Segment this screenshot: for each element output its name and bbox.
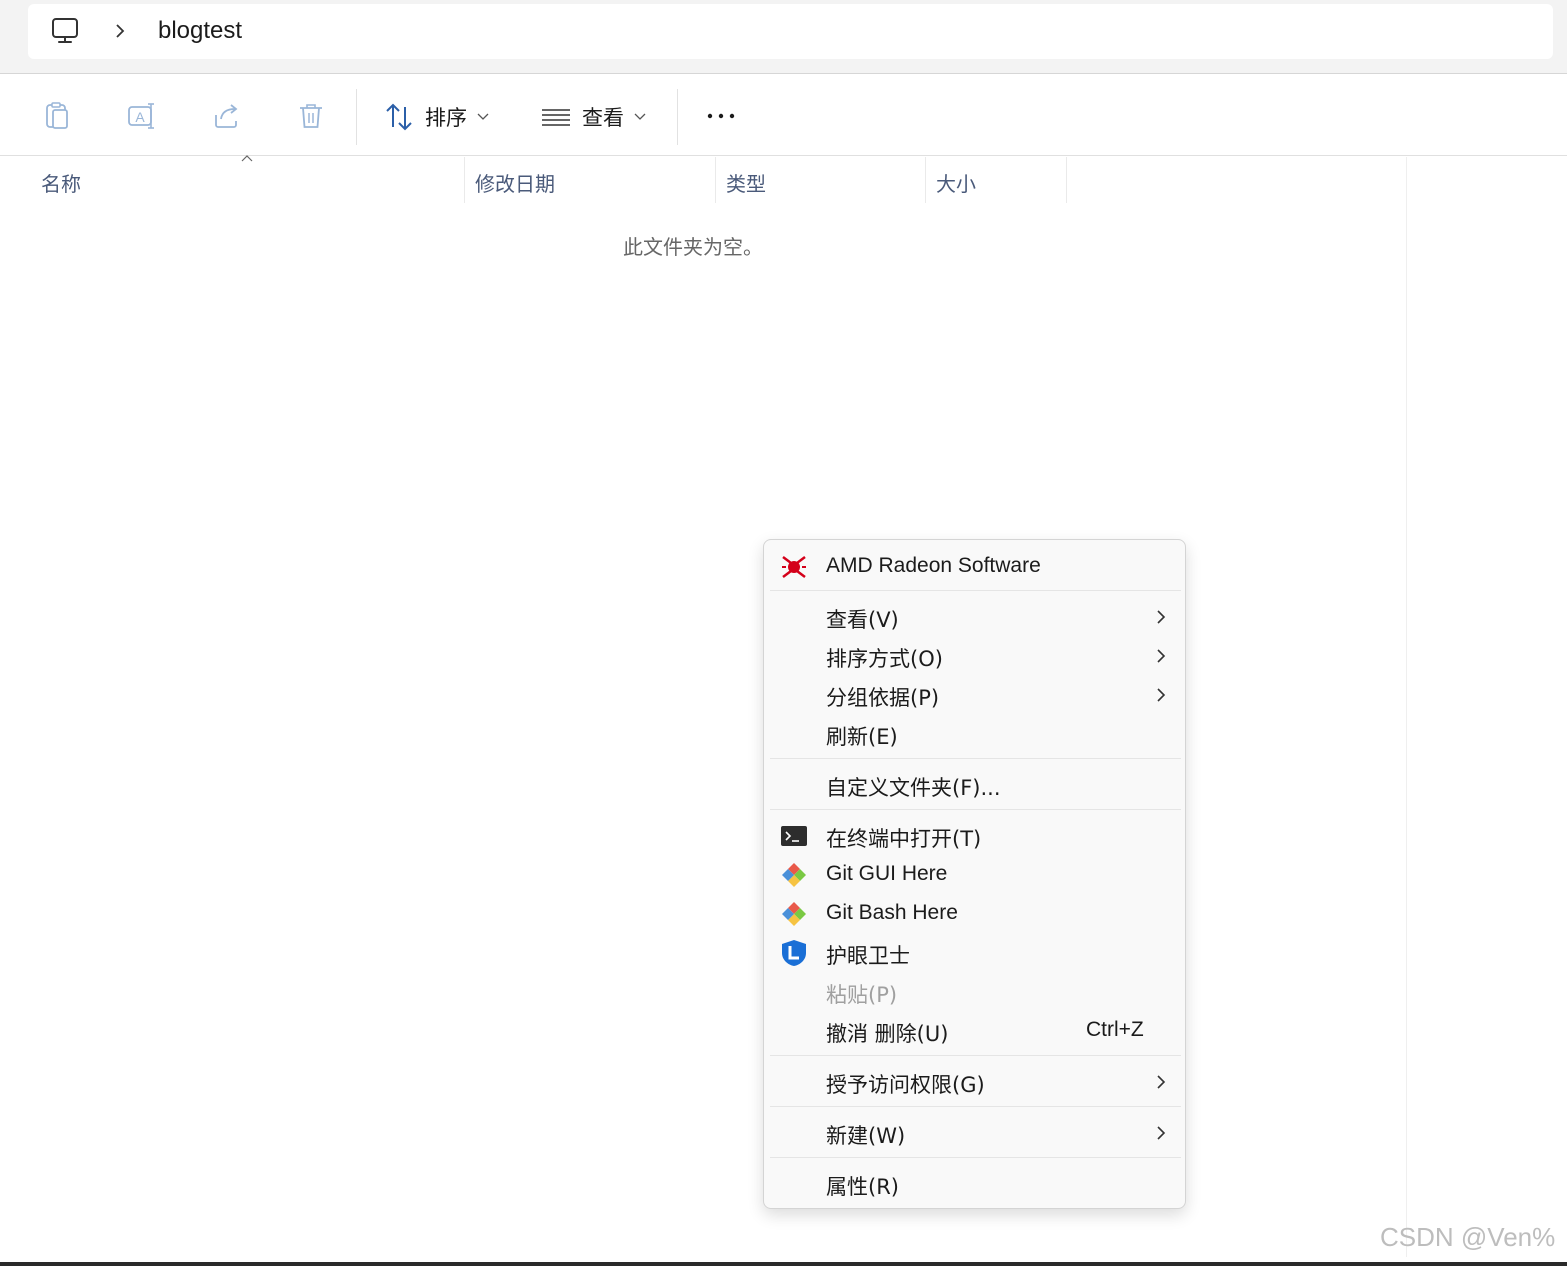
- list-view-icon: [542, 109, 570, 126]
- toolbar-divider: [356, 89, 357, 145]
- computer-icon[interactable]: [50, 16, 80, 46]
- menu-item-label: Git GUI Here: [826, 862, 948, 885]
- menu-item-label: Git Bash Here: [826, 901, 958, 924]
- menu-item-label: 粘贴(P): [826, 983, 898, 1007]
- breadcrumb-chevron-icon[interactable]: [110, 20, 130, 42]
- trash-icon[interactable]: [296, 101, 326, 131]
- menu-item-customize-folder[interactable]: 自定义文件夹(F)...: [770, 765, 1181, 804]
- menu-item-sort-by[interactable]: 排序方式(O): [770, 636, 1181, 675]
- breadcrumb-folder[interactable]: blogtest: [158, 17, 242, 45]
- copy-icon[interactable]: [43, 101, 73, 131]
- sort-label: 排序: [425, 106, 467, 130]
- rename-icon[interactable]: A: [127, 101, 157, 131]
- column-headers: 名称 修改日期 类型 大小: [0, 155, 1410, 203]
- menu-item-amd-radeon[interactable]: AMD Radeon Software: [770, 547, 1181, 586]
- chevron-right-icon: [1157, 649, 1166, 663]
- amd-radeon-icon: [782, 556, 806, 578]
- menu-item-label: 排序方式(O): [826, 647, 943, 671]
- view-button[interactable]: 查看: [540, 97, 646, 137]
- column-header-type[interactable]: 类型: [726, 157, 766, 203]
- column-divider[interactable]: [1066, 157, 1067, 203]
- menu-item-open-in-terminal[interactable]: 在终端中打开(T): [770, 816, 1181, 855]
- menu-item-new[interactable]: 新建(W): [770, 1113, 1181, 1152]
- share-icon[interactable]: [212, 101, 242, 131]
- more-dots-icon[interactable]: [706, 101, 736, 131]
- chevron-right-icon: [1157, 688, 1166, 702]
- view-label: 查看: [582, 106, 624, 130]
- menu-separator: [770, 1055, 1181, 1056]
- chevron-right-icon: [1157, 610, 1166, 624]
- column-header-name[interactable]: 名称: [41, 157, 81, 203]
- toolbar-divider: [677, 89, 678, 145]
- menu-item-grant-access[interactable]: 授予访问权限(G): [770, 1062, 1181, 1101]
- menu-item-shortcut: Ctrl+Z: [1086, 1018, 1144, 1041]
- menu-separator: [770, 758, 1181, 759]
- git-icon: [782, 863, 806, 887]
- pane-divider: [1406, 157, 1407, 1257]
- menu-item-properties[interactable]: 属性(R): [770, 1164, 1181, 1203]
- menu-item-label: 授予访问权限(G): [826, 1073, 985, 1097]
- address-bar-area: blogtest: [0, 0, 1567, 74]
- column-divider[interactable]: [715, 157, 716, 203]
- chevron-down-icon: [634, 113, 646, 120]
- menu-separator: [770, 809, 1181, 810]
- command-bar: A 排序 查看: [0, 75, 1567, 156]
- chevron-right-icon: [1157, 1126, 1166, 1140]
- menu-separator: [770, 1106, 1181, 1107]
- menu-item-label: 撤消 删除(U): [826, 1022, 949, 1046]
- menu-separator: [770, 590, 1181, 591]
- empty-folder-message: 此文件夹为空。: [623, 235, 763, 259]
- menu-item-label: 护眼卫士: [826, 944, 910, 968]
- column-divider[interactable]: [925, 157, 926, 203]
- menu-item-view[interactable]: 查看(V): [770, 597, 1181, 636]
- svg-text:A: A: [135, 109, 145, 125]
- terminal-icon: [781, 826, 807, 846]
- menu-item-git-gui[interactable]: Git GUI Here: [770, 855, 1181, 894]
- menu-item-label: 属性(R): [826, 1175, 899, 1199]
- sort-button[interactable]: 排序: [383, 97, 489, 137]
- menu-item-paste: 粘贴(P): [770, 972, 1181, 1011]
- address-bar[interactable]: blogtest: [28, 4, 1553, 59]
- menu-item-label: 在终端中打开(T): [826, 827, 982, 851]
- menu-item-label: AMD Radeon Software: [826, 554, 1041, 577]
- menu-item-eye-guard[interactable]: 护眼卫士: [770, 933, 1181, 972]
- menu-item-label: 新建(W): [826, 1124, 906, 1148]
- menu-item-label: 查看(V): [826, 608, 899, 632]
- watermark: CSDN @Ven%: [1380, 1222, 1556, 1252]
- chevron-down-icon: [477, 113, 489, 120]
- menu-item-label: 自定义文件夹(F)...: [826, 776, 1001, 800]
- sort-arrows-icon: [386, 103, 412, 131]
- menu-item-undo-delete[interactable]: 撤消 删除(U) Ctrl+Z: [770, 1011, 1181, 1050]
- bottom-border: [0, 1262, 1567, 1266]
- menu-item-label: 刷新(E): [826, 725, 898, 749]
- column-header-size[interactable]: 大小: [936, 157, 976, 203]
- menu-item-refresh[interactable]: 刷新(E): [770, 714, 1181, 753]
- menu-separator: [770, 1157, 1181, 1158]
- git-icon: [782, 902, 806, 926]
- column-header-modified[interactable]: 修改日期: [475, 157, 555, 203]
- chevron-right-icon: [1157, 1075, 1166, 1089]
- menu-item-group-by[interactable]: 分组依据(P): [770, 675, 1181, 714]
- menu-item-git-bash[interactable]: Git Bash Here: [770, 894, 1181, 933]
- shield-icon: [782, 940, 806, 966]
- sort-ascending-caret-icon: [241, 155, 253, 162]
- menu-item-label: 分组依据(P): [826, 686, 940, 710]
- column-divider[interactable]: [464, 157, 465, 203]
- context-menu: AMD Radeon Software 查看(V) 排序方式(O) 分组依据(P…: [763, 539, 1186, 1209]
